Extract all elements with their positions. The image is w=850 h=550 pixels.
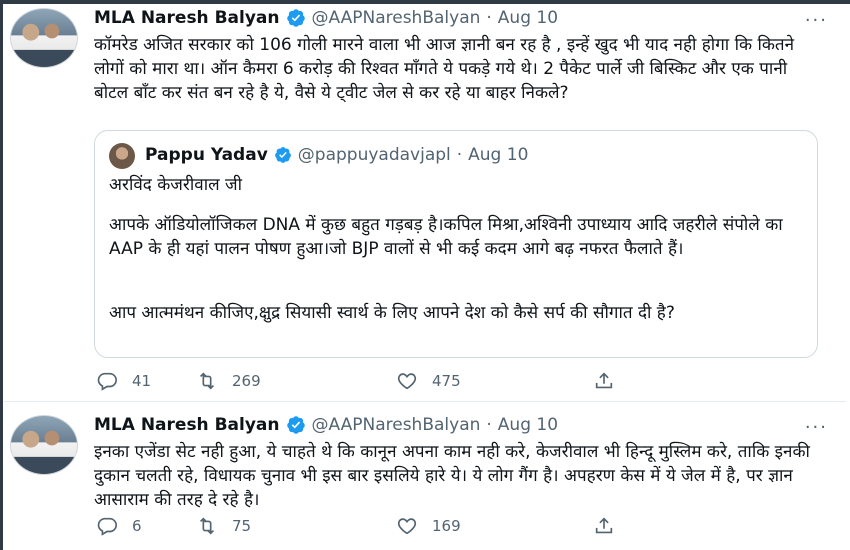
tweet-actions: 41 269 475: [96, 370, 615, 392]
tweet-text: कॉमरेड अजित सरकार को 106 गोली मारने वाला…: [94, 35, 795, 103]
tweet-header: MLA Naresh Balyan @AAPNareshBalyan · Aug…: [94, 8, 558, 28]
more-icon[interactable]: ···: [805, 10, 828, 31]
author-name[interactable]: MLA Naresh Balyan: [94, 415, 280, 435]
author-handle[interactable]: @AAPNareshBalyan: [312, 8, 481, 28]
tweet-date[interactable]: Aug 10: [498, 415, 558, 435]
tweet-date[interactable]: Aug 10: [498, 8, 558, 28]
like-icon: [397, 518, 417, 535]
retweet-button[interactable]: 75: [196, 515, 396, 537]
like-count: 169: [432, 517, 461, 535]
tweet[interactable]: MLA Naresh Balyan @AAPNareshBalyan · Aug…: [4, 405, 846, 550]
retweet-count: 269: [232, 372, 261, 390]
verified-badge-icon: [274, 147, 291, 163]
reply-count: 6: [132, 517, 142, 535]
quoted-tweet-date: Aug 10: [468, 145, 529, 165]
like-button[interactable]: 475: [396, 370, 593, 392]
separator-dot: ·: [456, 145, 463, 165]
verified-badge-icon: [286, 416, 305, 434]
quoted-tweet[interactable]: Pappu Yadav @pappuyadavjapl · Aug 10 अरव…: [94, 130, 818, 358]
window-frame-left: [0, 0, 3, 550]
avatar[interactable]: [10, 8, 78, 68]
retweet-icon: [199, 372, 215, 390]
verified-badge-icon: [286, 9, 305, 27]
share-icon: [595, 372, 613, 389]
retweet-button[interactable]: 269: [196, 370, 396, 392]
share-button[interactable]: [593, 515, 615, 537]
reply-icon: [97, 372, 117, 391]
quoted-text-line: आप आत्ममंथन कीजिए,क्षुद्र सियासी स्वार्थ…: [109, 303, 675, 323]
quoted-author-handle: @pappuyadavjapl: [297, 145, 451, 165]
quoted-author-name: Pappu Yadav: [145, 145, 268, 165]
share-button[interactable]: [593, 370, 615, 392]
quoted-text-line: आपके ऑडियोलॉजिकल DNA में कुछ बहुत गड़बड़…: [109, 215, 783, 259]
tweet-divider: [4, 401, 846, 402]
tweet-header: MLA Naresh Balyan @AAPNareshBalyan · Aug…: [94, 415, 558, 435]
like-button[interactable]: 169: [396, 515, 593, 537]
share-icon: [595, 517, 613, 534]
retweet-count: 75: [232, 517, 252, 535]
reply-icon: [97, 517, 117, 536]
separator-dot: ·: [486, 415, 492, 435]
like-count: 475: [432, 372, 461, 390]
quoted-text-line: अरविंद केजरीवाल जी: [109, 175, 243, 195]
tweet-actions: 6 75 169: [96, 515, 615, 537]
reply-button[interactable]: 6: [96, 515, 196, 537]
quoted-tweet-header: Pappu Yadav @pappuyadavjapl · Aug 10: [145, 145, 528, 165]
reply-button[interactable]: 41: [96, 370, 196, 392]
author-name[interactable]: MLA Naresh Balyan: [94, 8, 280, 28]
separator-dot: ·: [486, 8, 492, 28]
like-icon: [397, 373, 417, 390]
more-icon[interactable]: ···: [805, 417, 828, 438]
window-frame-top: [0, 0, 850, 4]
tweet[interactable]: MLA Naresh Balyan @AAPNareshBalyan · Aug…: [4, 6, 846, 401]
avatar: [109, 143, 135, 169]
author-handle[interactable]: @AAPNareshBalyan: [312, 415, 481, 435]
retweet-icon: [199, 517, 215, 535]
tweet-text: इनका एजेंडा सेट नही हुआ, ये चाहते थे कि …: [94, 442, 810, 510]
reply-count: 41: [132, 372, 152, 390]
avatar[interactable]: [10, 415, 78, 475]
